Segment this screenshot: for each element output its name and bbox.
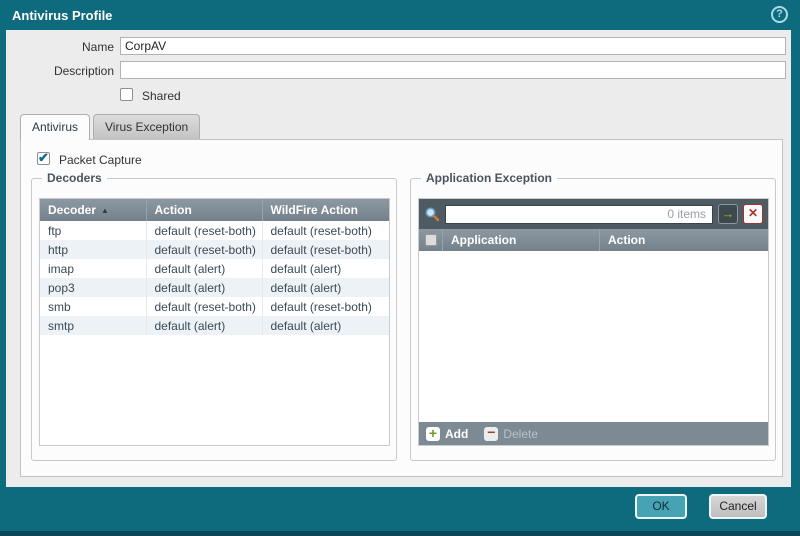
antivirus-profile-dialog: Antivirus Profile ? Name Description Sha…	[0, 0, 800, 536]
search-clear-icon[interactable]: ✕	[743, 204, 763, 224]
tab-antivirus[interactable]: Antivirus	[20, 114, 91, 140]
decoder-cell-decoder: http	[40, 240, 147, 259]
decoders-table-body: ftp default (reset-both) default (reset-bo…	[40, 221, 389, 335]
decoders-col-wildfire-action[interactable]: WildFire Action	[262, 199, 389, 221]
search-go-button[interactable]: →	[718, 204, 738, 224]
decoders-group: Decoders Decoder ▲ Action WildFire Action…	[31, 171, 397, 461]
action-col-header[interactable]: Action	[600, 229, 768, 251]
decoders-header-row: Decoder ▲ Action WildFire Action	[40, 199, 389, 221]
decoder-cell-decoder: ftp	[40, 221, 147, 240]
decoder-row-smb[interactable]: smb default (reset-both) default (reset-bo…	[40, 297, 389, 316]
decoder-cell-wildfire-action[interactable]: default (alert)	[262, 316, 389, 335]
decoder-cell-action[interactable]: default (reset-both)	[146, 297, 263, 316]
name-field[interactable]	[120, 37, 786, 55]
decoder-cell-wildfire-action[interactable]: default (reset-both)	[262, 297, 389, 316]
add-button[interactable]: + Add	[426, 426, 469, 441]
decoder-cell-action[interactable]: default (alert)	[146, 316, 263, 335]
add-icon: +	[426, 426, 440, 441]
shared-checkbox[interactable]	[120, 88, 133, 101]
decoder-cell-wildfire-action[interactable]: default (alert)	[262, 278, 389, 297]
packet-capture-label: Packet Capture	[59, 153, 142, 167]
tab-virus-exception[interactable]: Virus Exception	[93, 114, 201, 139]
application-exception-group: Application Exception 0 items → ✕ Applic…	[410, 171, 776, 461]
decoder-cell-action[interactable]: default (alert)	[146, 259, 263, 278]
select-all-checkbox[interactable]	[424, 234, 437, 246]
decoder-row-pop3[interactable]: pop3 default (alert) default (alert)	[40, 278, 389, 297]
decoder-cell-decoder: smb	[40, 297, 147, 316]
dialog-title: Antivirus Profile	[12, 8, 113, 23]
decoders-col-action[interactable]: Action	[146, 199, 263, 221]
select-all-cell	[419, 229, 443, 251]
dialog-bottom-edge	[0, 531, 800, 536]
decoders-col-decoder[interactable]: Decoder ▲	[40, 199, 147, 221]
application-exception-legend: Application Exception	[421, 171, 558, 185]
decoder-cell-action[interactable]: default (reset-both)	[146, 221, 263, 240]
delete-icon: −	[484, 425, 499, 441]
decoder-cell-decoder: pop3	[40, 278, 147, 297]
decoders-table: Decoder ▲ Action WildFire Action ftp defau…	[39, 198, 390, 446]
items-count-badge: 0 items	[667, 207, 706, 221]
decoder-cell-action[interactable]: default (reset-both)	[146, 240, 263, 259]
application-search-input[interactable]: 0 items	[445, 204, 713, 224]
decoder-row-imap[interactable]: imap default (alert) default (alert)	[40, 259, 389, 278]
packet-capture-checkbox[interactable]	[37, 150, 50, 166]
decoder-row-http[interactable]: http default (reset-both) default (reset-b…	[40, 240, 389, 259]
dialog-body: Name Description Shared Antivirus Virus …	[6, 30, 791, 487]
add-button-label: Add	[445, 426, 469, 441]
decoders-legend: Decoders	[42, 171, 107, 185]
name-label: Name	[81, 40, 114, 54]
application-footer-toolbar: + Add − Delete	[419, 422, 768, 445]
antivirus-tab-panel: Packet Capture Decoders Decoder▲ Action …	[20, 139, 783, 477]
description-field[interactable]	[120, 61, 786, 79]
decoder-cell-action[interactable]: default (alert)	[146, 278, 263, 297]
application-search-toolbar: 0 items → ✕	[419, 199, 768, 229]
sort-asc-icon: ▲	[101, 206, 109, 215]
description-label: Description	[53, 64, 114, 78]
decoder-cell-decoder: smtp	[40, 316, 147, 335]
decoder-cell-wildfire-action[interactable]: default (alert)	[262, 259, 389, 278]
application-table-body	[419, 251, 768, 422]
delete-button-label: Delete	[503, 426, 539, 441]
application-exception-table: 0 items → ✕ Application Action + Add − D…	[418, 198, 769, 446]
decoder-cell-decoder: imap	[40, 259, 147, 278]
search-icon	[425, 207, 440, 222]
decoder-cell-wildfire-action[interactable]: default (reset-both)	[262, 240, 389, 259]
application-header-row: Application Action	[419, 229, 768, 251]
decoder-row-smtp[interactable]: smtp default (alert) default (alert)	[40, 316, 389, 335]
delete-button[interactable]: − Delete	[484, 425, 539, 441]
decoder-cell-wildfire-action[interactable]: default (reset-both)	[262, 221, 389, 240]
decoder-row-ftp[interactable]: ftp default (reset-both) default (reset-bo…	[40, 221, 389, 240]
shared-label: Shared	[142, 89, 181, 103]
tab-bar: Antivirus Virus Exception	[20, 114, 201, 140]
ok-button[interactable]: OK	[635, 494, 687, 519]
help-icon[interactable]: ?	[771, 6, 788, 23]
application-col-header[interactable]: Application	[443, 229, 600, 251]
cancel-button[interactable]: Cancel	[709, 494, 767, 519]
